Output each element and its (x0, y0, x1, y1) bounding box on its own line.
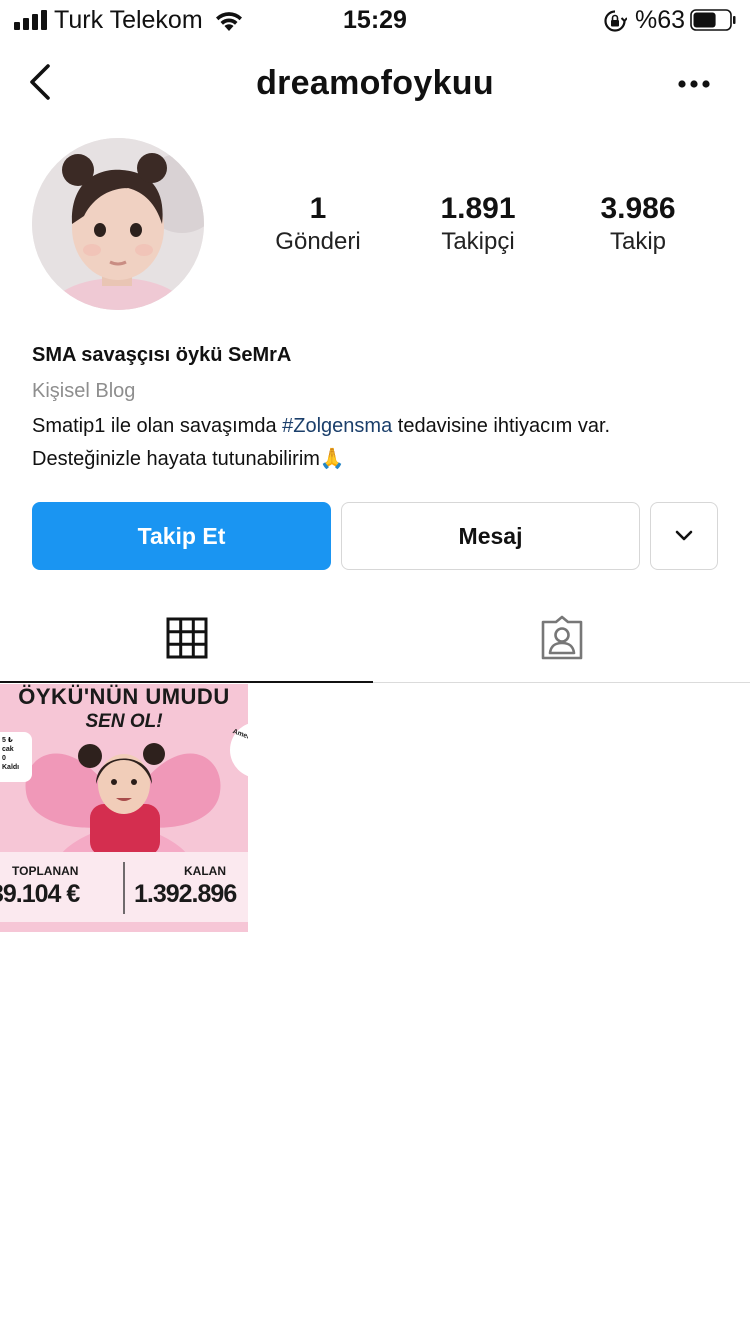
following-count-label: Takip (609, 228, 667, 255)
grid-post-thumbnail[interactable]: ÖYKÜ'NÜN UMUDU SEN OL! 5 ₺ cak 0 Kaldı A… (0, 684, 248, 932)
posts-count[interactable]: 1 Gönderi (238, 190, 398, 256)
remaining-value: 1.392.896 (134, 880, 237, 908)
profile-username: dreamofoykuu (256, 64, 494, 102)
follow-button[interactable]: Takip Et (32, 502, 331, 570)
profile-tabs (0, 608, 750, 683)
grid-icon (166, 617, 208, 659)
rotation-lock-icon (604, 10, 627, 32)
status-bar: Turk Telekom 15:29 %63 (0, 0, 750, 40)
active-tab-indicator (0, 681, 373, 683)
followers-count[interactable]: 1.891 Takipçi (398, 190, 558, 256)
tagged-person-icon (541, 615, 583, 660)
chevron-down-icon (675, 530, 693, 541)
collected-value: 39.104 € (0, 880, 80, 908)
posts-count-value: 1 (309, 192, 327, 225)
remaining-label: KALAN (184, 864, 226, 878)
badge-line: Kaldı (2, 764, 20, 771)
tab-posts-grid[interactable] (0, 608, 373, 683)
battery-percent: %63 (635, 6, 686, 34)
nav-bar: dreamofoykuu (0, 50, 750, 116)
post-subtitle: SEN OL! (85, 711, 163, 732)
badge-line: cak (2, 746, 14, 753)
post-title: ÖYKÜ'NÜN UMUDU (18, 684, 230, 709)
bio-hashtag-link[interactable]: #Zolgensma (282, 415, 392, 437)
profile-avatar[interactable] (32, 138, 204, 310)
message-button[interactable]: Mesaj (341, 502, 640, 570)
more-options-icon[interactable] (672, 64, 716, 104)
followers-count-value: 1.891 (440, 192, 516, 225)
following-count[interactable]: 3.986 Takip (558, 190, 718, 256)
posts-count-label: Gönderi (275, 228, 361, 255)
battery-icon (690, 9, 736, 31)
avatar-photo (32, 138, 204, 310)
bio-text-start: Smatip1 ile olan savaşımda (32, 415, 283, 437)
followers-count-label: Takipçi (441, 228, 515, 255)
post-counter-badge: 5 ₺ cak 0 Kaldı (0, 732, 32, 782)
profile-stats: 1 Gönderi 1.891 Takipçi 3.986 Takip (238, 190, 718, 270)
suggested-accounts-button[interactable] (650, 502, 718, 570)
badge-line: 5 ₺ (2, 737, 13, 744)
tab-tagged[interactable] (375, 608, 748, 682)
bio-category: Kişisel Blog (32, 380, 136, 402)
bio-text: Smatip1 ile olan savaşımda #Zolgensma te… (32, 410, 722, 476)
collected-label: TOPLANAN (12, 864, 79, 878)
following-count-value: 3.986 (600, 192, 676, 225)
badge-line: 0 (2, 755, 6, 762)
bio-display-name: SMA savaşçısı öykü SeMrA (32, 344, 292, 366)
